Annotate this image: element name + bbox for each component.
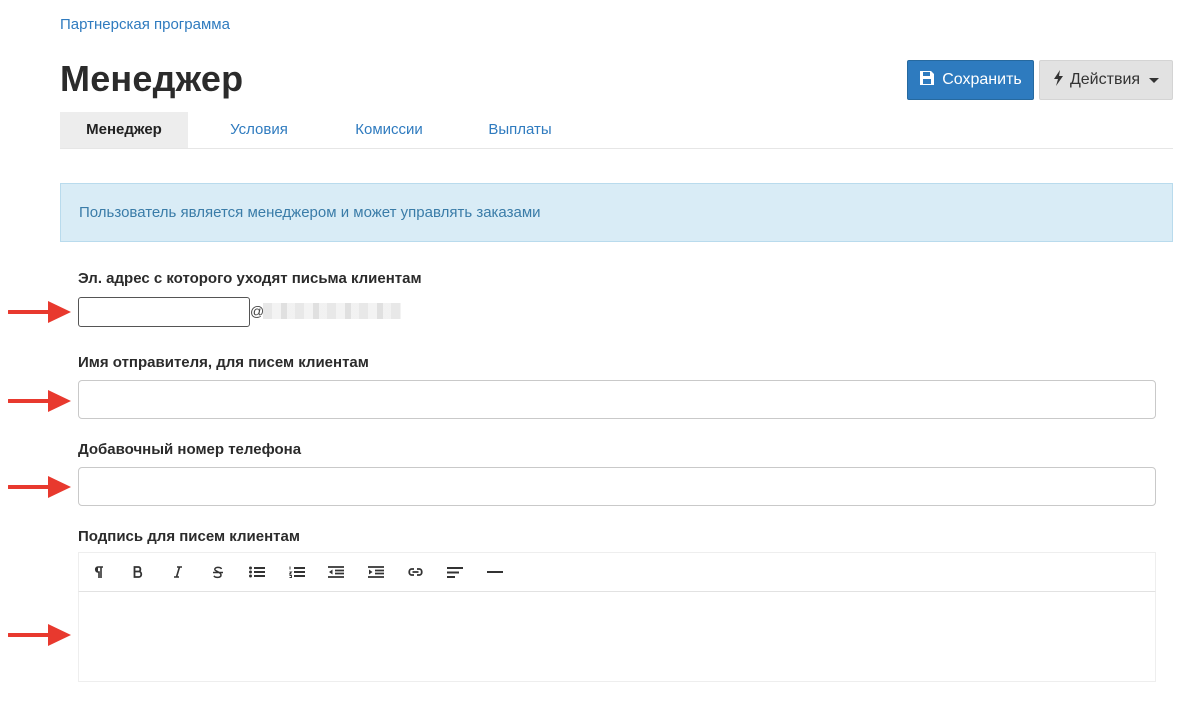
actions-dropdown-button[interactable]: Действия [1039,60,1173,100]
bulleted-list-icon[interactable] [237,552,277,592]
tab-bar: Менеджер Условия Комиссии Выплаты [60,112,1173,149]
breadcrumb[interactable]: Партнерская программа [60,16,230,33]
email-domain-redacted [263,303,401,319]
paragraph-icon[interactable] [79,552,119,592]
tab-commissions[interactable]: Комиссии [332,112,446,148]
link-icon[interactable] [396,552,436,592]
italic-icon[interactable] [158,552,198,592]
lightning-icon [1053,69,1064,91]
floppy-disk-icon [919,70,935,91]
sender-name-label: Имя отправителя, для писем клиентам [78,354,369,371]
signature-editor-toolbar [78,552,1156,592]
email-label: Эл. адрес с которого уходят письма клиен… [78,270,422,287]
annotation-arrow-icon [8,624,71,646]
save-button-label: Сохранить [942,71,1022,88]
outdent-icon[interactable] [317,552,357,592]
annotation-arrow-icon [8,390,71,412]
tab-payouts[interactable]: Выплаты [465,112,575,148]
strikethrough-icon[interactable] [198,552,238,592]
bold-icon[interactable] [119,552,159,592]
actions-button-label: Действия [1069,71,1141,88]
page-title: Менеджер [60,58,244,99]
tab-manager[interactable]: Менеджер [60,112,188,148]
annotation-arrow-icon [8,476,71,498]
phone-extension-input[interactable] [78,467,1156,506]
signature-editor-content[interactable] [78,592,1156,682]
phone-extension-label: Добавочный номер телефона [78,441,302,458]
horizontal-rule-icon[interactable] [475,552,515,592]
email-local-part-input[interactable] [78,297,250,327]
caret-down-icon [1149,77,1160,83]
annotation-arrow-icon [8,301,71,323]
info-alert: Пользователь является менеджером и может… [60,183,1173,242]
numbered-list-icon[interactable] [277,552,317,592]
indent-icon[interactable] [356,552,396,592]
tab-conditions[interactable]: Условия [197,112,321,148]
save-button[interactable]: Сохранить [907,60,1034,100]
sender-name-input[interactable] [78,380,1156,419]
align-left-icon[interactable] [435,552,475,592]
signature-label: Подпись для писем клиентам [78,528,300,545]
